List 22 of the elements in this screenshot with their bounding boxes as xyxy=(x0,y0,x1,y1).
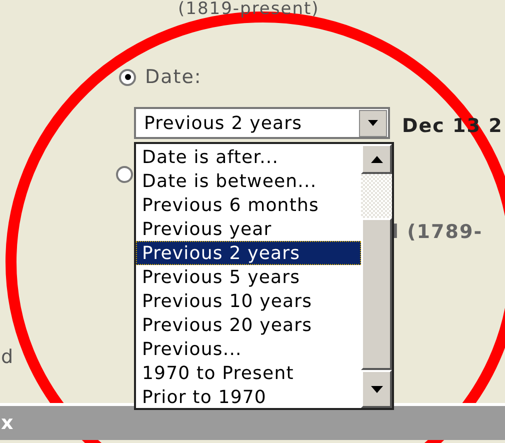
dropdown-option[interactable]: Previous... xyxy=(136,337,361,361)
radio-button[interactable] xyxy=(119,68,136,86)
dropdown-option[interactable]: Prior to 1970 xyxy=(136,385,361,409)
radio-label: Date: xyxy=(145,65,202,90)
dropdown-option[interactable]: Previous 6 months xyxy=(136,193,361,217)
dropdown-option[interactable]: Previous 5 years xyxy=(136,265,361,289)
dropdown-option[interactable]: Previous 10 years xyxy=(136,289,361,313)
radio-button[interactable] xyxy=(116,166,133,183)
dropdown-option[interactable]: Previous year xyxy=(136,217,361,241)
label-text: d xyxy=(1,345,14,370)
bar-text: x xyxy=(1,410,14,436)
scrollbar[interactable] xyxy=(361,144,392,408)
dropdown-option[interactable]: Previous 2 years xyxy=(136,241,361,265)
dropdown-option[interactable]: Date is after... xyxy=(136,145,361,169)
dropdown-option[interactable]: Date is between... xyxy=(136,169,361,193)
date-range-text: (1819-present) xyxy=(178,0,320,21)
scroll-up-icon[interactable] xyxy=(361,144,392,174)
dropdown-option[interactable]: 1970 to Present xyxy=(136,361,361,385)
scroll-thumb[interactable] xyxy=(361,218,392,370)
dropdown-option[interactable]: Previous 20 years xyxy=(136,313,361,337)
scroll-down-icon[interactable] xyxy=(361,370,392,408)
date-dropdown[interactable]: Previous 2 years xyxy=(134,107,390,139)
